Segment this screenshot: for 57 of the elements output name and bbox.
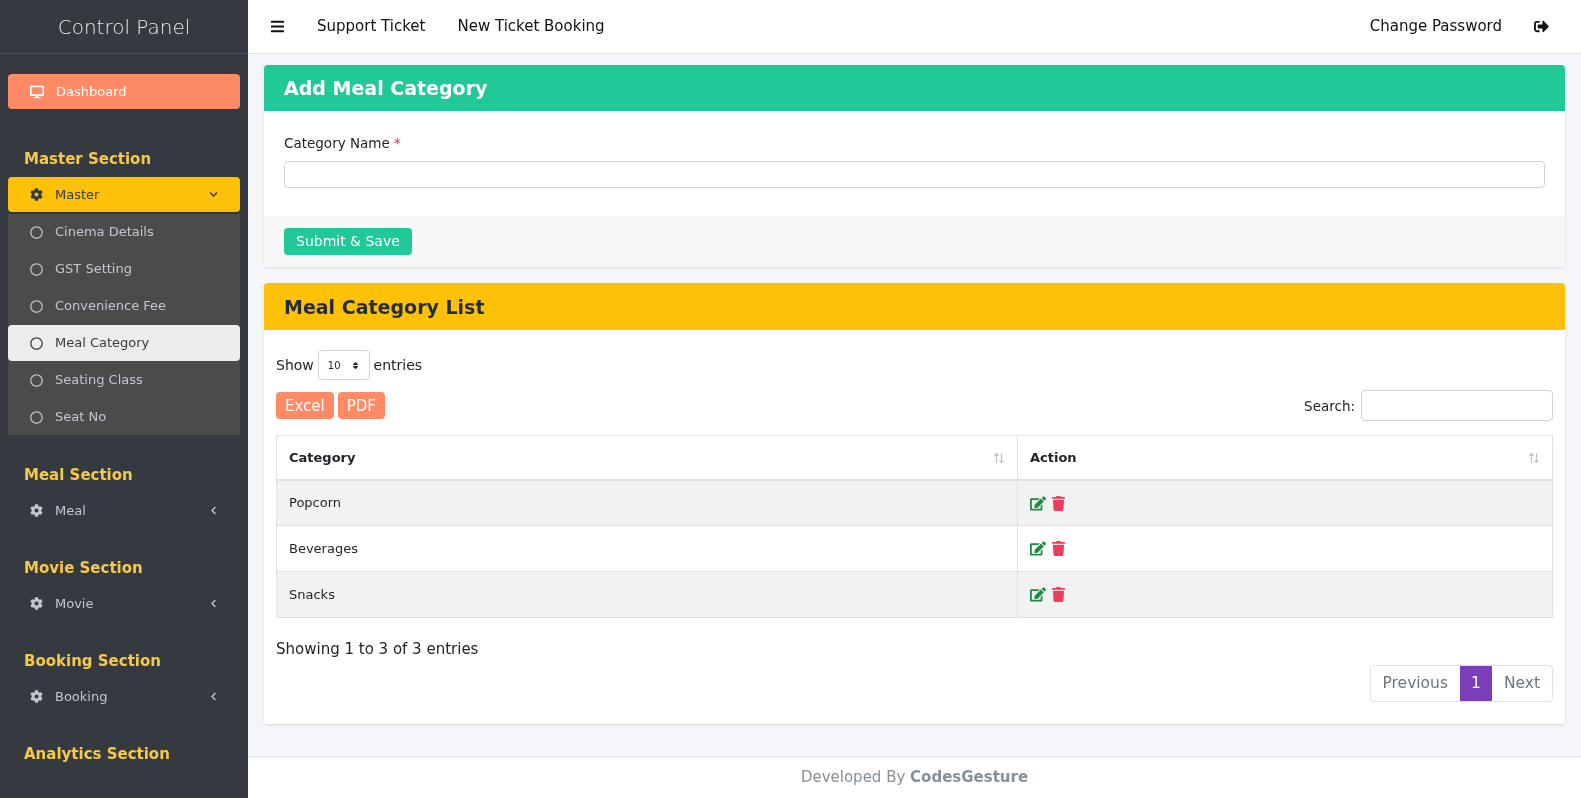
submenu-item[interactable]: Seating Class bbox=[8, 362, 240, 398]
column-header[interactable]: Action bbox=[1017, 435, 1553, 480]
table-cell: Popcorn bbox=[276, 479, 1018, 526]
chevron-down-icon bbox=[209, 190, 218, 199]
show-label: Show bbox=[276, 355, 314, 375]
footer-credit: Developed By CodesGesture bbox=[800, 767, 1029, 789]
trash-icon[interactable] bbox=[1052, 541, 1065, 557]
previous-button[interactable]: Previous bbox=[1370, 665, 1460, 701]
section-title: Master Section bbox=[23, 149, 153, 170]
sort-arrows-icon bbox=[1528, 451, 1540, 464]
card-title: Add Meal Category bbox=[284, 75, 488, 101]
category-name-field[interactable] bbox=[284, 161, 1545, 189]
menu-item[interactable]: Booking bbox=[8, 679, 240, 714]
monitor-icon bbox=[30, 84, 44, 99]
menu-item[interactable]: Meal bbox=[8, 493, 240, 528]
table-info: Showing 1 to 3 of 3 entries bbox=[276, 639, 480, 661]
page-size-select[interactable]: 10 bbox=[317, 350, 370, 381]
section-title: Booking Section bbox=[23, 651, 162, 672]
gear-icon bbox=[30, 597, 43, 610]
nav-link[interactable]: New Ticket Booking bbox=[457, 15, 605, 38]
field-label: Category Name * bbox=[284, 134, 402, 153]
search-field[interactable] bbox=[1361, 390, 1553, 422]
edit-icon[interactable] bbox=[1030, 541, 1046, 557]
gear-icon bbox=[30, 188, 43, 201]
gear-icon bbox=[30, 504, 43, 517]
sort-icon bbox=[350, 360, 360, 370]
section-title: Movie Section bbox=[23, 558, 144, 579]
submenu-item[interactable]: Seat No bbox=[8, 399, 240, 435]
submenu-item[interactable]: Cinema Details bbox=[8, 214, 240, 250]
entries-label: entries bbox=[373, 355, 423, 375]
menu-item[interactable]: Master bbox=[8, 177, 240, 212]
next-button[interactable]: Next bbox=[1491, 665, 1552, 701]
sort-arrows-icon bbox=[993, 451, 1005, 464]
nav-link[interactable]: Change Password bbox=[1369, 15, 1502, 38]
table-cell: Beverages bbox=[276, 525, 1018, 572]
menu-item[interactable]: Movie bbox=[8, 586, 240, 621]
card-title: Meal Category List bbox=[284, 294, 485, 320]
menu-icon[interactable] bbox=[270, 19, 285, 34]
gear-icon bbox=[30, 690, 43, 703]
search-label: Search: bbox=[1304, 396, 1355, 416]
section-title: Analytics Section bbox=[23, 744, 171, 765]
trash-icon[interactable] bbox=[1052, 587, 1065, 603]
table-cell: Snacks bbox=[276, 571, 1018, 618]
trash-icon[interactable] bbox=[1052, 495, 1065, 511]
chevron-left-icon bbox=[209, 599, 218, 608]
edit-icon[interactable] bbox=[1030, 587, 1046, 603]
section-title: Meal Section bbox=[23, 465, 134, 486]
nav-link[interactable]: Support Ticket bbox=[317, 15, 426, 38]
submenu-item[interactable]: Convenience Fee bbox=[8, 288, 240, 324]
chevron-left-icon bbox=[209, 692, 218, 701]
submenu-item[interactable]: Meal Category bbox=[8, 325, 240, 361]
logout-icon[interactable] bbox=[1534, 19, 1549, 34]
edit-icon[interactable] bbox=[1030, 495, 1046, 511]
page-button[interactable]: 1 bbox=[1460, 665, 1492, 701]
submenu-item[interactable]: GST Setting bbox=[8, 251, 240, 287]
column-header[interactable]: Category bbox=[276, 435, 1018, 480]
chevron-left-icon bbox=[209, 506, 218, 515]
